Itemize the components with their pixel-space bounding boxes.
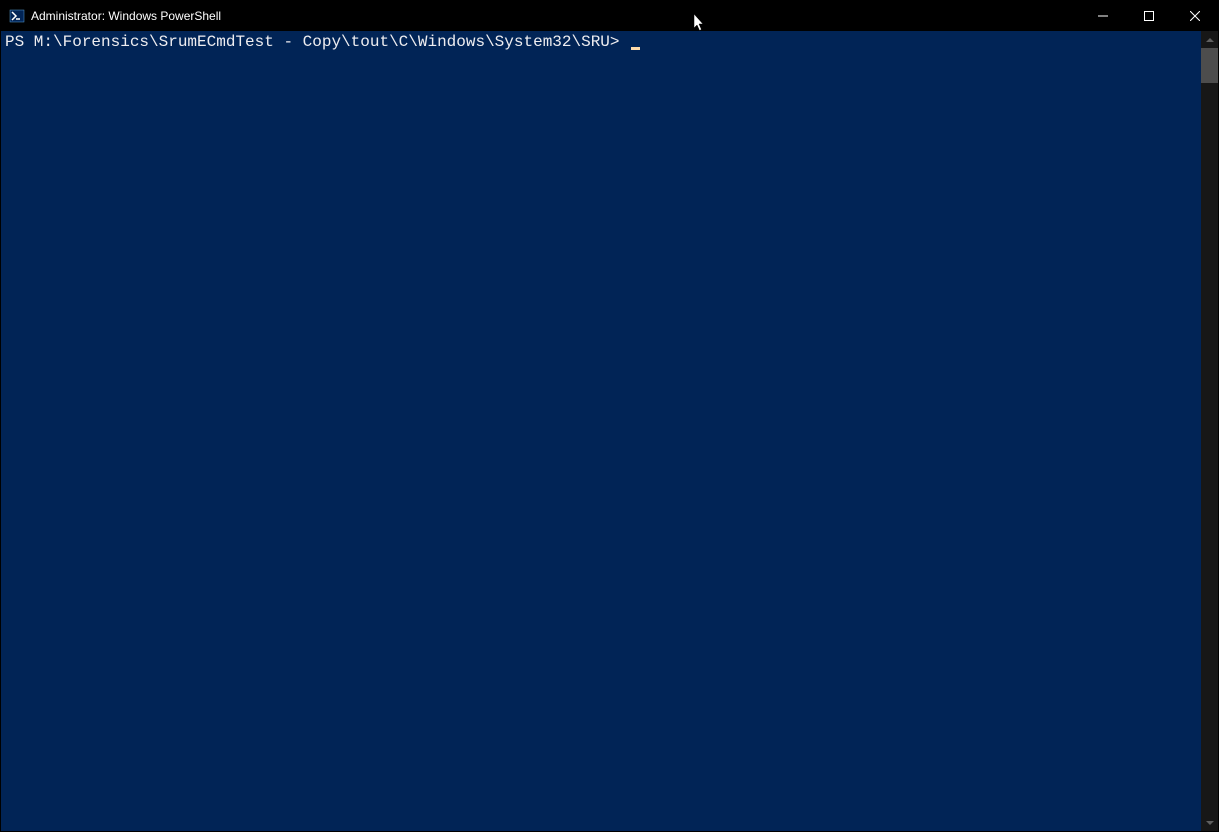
prompt: PS M:\Forensics\SrumECmdTest - Copy\tout… [5, 33, 629, 51]
powershell-icon [9, 8, 25, 24]
window-title: Administrator: Windows PowerShell [31, 9, 221, 23]
vertical-scrollbar[interactable] [1201, 31, 1218, 831]
cursor [631, 47, 640, 50]
powershell-window: Administrator: Windows PowerShell PS M:\… [0, 0, 1219, 832]
window-controls [1080, 1, 1218, 31]
titlebar-left: Administrator: Windows PowerShell [1, 8, 221, 24]
terminal-container: PS M:\Forensics\SrumECmdTest - Copy\tout… [1, 31, 1218, 831]
scroll-thumb[interactable] [1201, 48, 1218, 83]
scroll-up-arrow-icon[interactable] [1201, 31, 1218, 48]
terminal-output[interactable]: PS M:\Forensics\SrumECmdTest - Copy\tout… [1, 31, 1201, 831]
scroll-down-arrow-icon[interactable] [1201, 814, 1218, 831]
minimize-button[interactable] [1080, 1, 1126, 31]
close-button[interactable] [1172, 1, 1218, 31]
maximize-button[interactable] [1126, 1, 1172, 31]
titlebar[interactable]: Administrator: Windows PowerShell [1, 1, 1218, 31]
scroll-track[interactable] [1201, 48, 1218, 814]
